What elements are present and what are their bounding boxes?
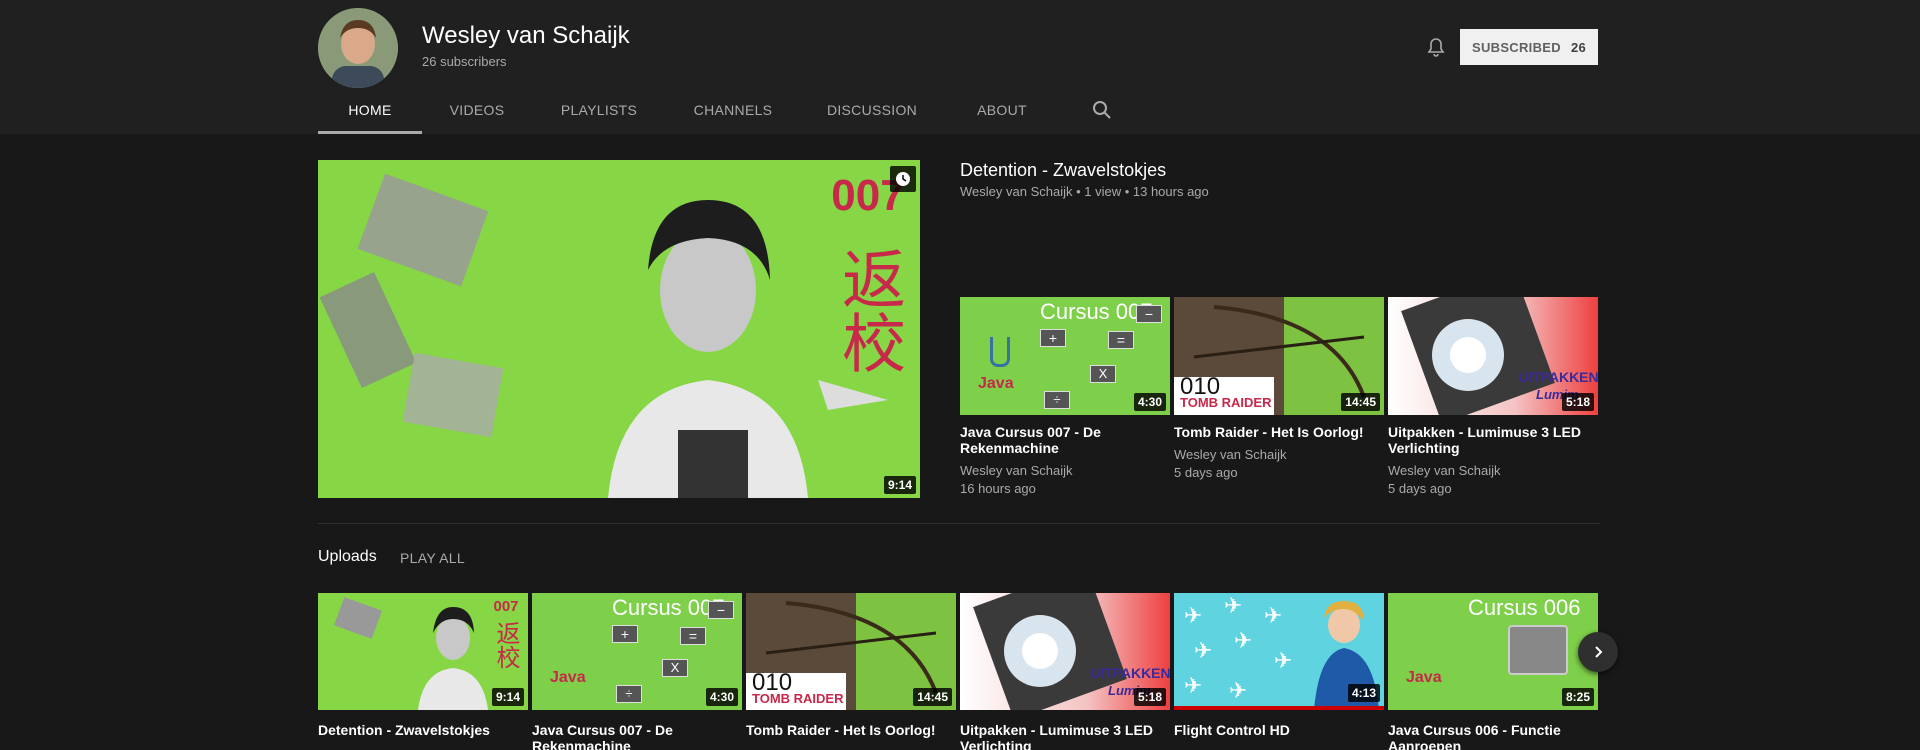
subscribed-button[interactable]: SUBSCRIBED 26 [1460, 29, 1598, 65]
multiply-key-icon: X [662, 659, 688, 677]
search-icon[interactable] [1090, 98, 1114, 122]
featured-duration: 9:14 [883, 476, 916, 494]
play-all-button[interactable]: PLAY ALL [400, 550, 465, 566]
upload-thumbnail-3[interactable]: 010 TOMB RAIDER 14:45 [746, 593, 956, 710]
channel-name: Wesley van Schaijk [422, 22, 630, 49]
java-logo-text: Java [550, 669, 586, 686]
tab-playlists[interactable]: PLAYLISTS [532, 86, 666, 134]
tab-home[interactable]: HOME [318, 86, 422, 134]
thumb-overlay-text: UITPAKKEN [1090, 665, 1170, 681]
featured-thumbnail[interactable]: 007 返校 9:14 [318, 160, 920, 498]
featured-meta: Wesley van Schaijk • 1 view • 13 hours a… [960, 184, 1209, 199]
chevron-right-icon [1595, 646, 1603, 658]
subscribed-label: SUBSCRIBED [1471, 39, 1561, 55]
featured-overlay-kanji: 返校 [831, 246, 905, 374]
section-divider [318, 523, 1600, 524]
divide-key-icon: ÷ [616, 685, 642, 703]
subscribed-count: 26 [1570, 39, 1587, 55]
upload-thumbnail-2[interactable]: Cursus 007 − + = X ÷ Java 4:30 [532, 593, 742, 710]
side-video-age-3: 5 days ago [1388, 481, 1452, 496]
svg-text:✈: ✈ [1194, 639, 1212, 664]
watch-later-icon[interactable] [890, 166, 916, 192]
carousel-next-button[interactable] [1578, 632, 1618, 672]
tab-channels[interactable]: CHANNELS [666, 86, 800, 134]
svg-text:✈: ✈ [1229, 679, 1247, 704]
tab-discussion[interactable]: DISCUSSION [800, 86, 944, 134]
tomb-raider-logo-text: TOMB RAIDER [752, 691, 844, 706]
multiply-key-icon: X [1090, 365, 1116, 383]
svg-text:007: 007 [493, 598, 518, 615]
subscriber-count: 26 subscribers [422, 54, 507, 69]
side-video-duration-2: 14:45 [1341, 393, 1380, 411]
upload-title-5[interactable]: Flight Control HD [1174, 722, 1374, 738]
upload-title-6[interactable]: Java Cursus 006 - Functie Aanroepen [1388, 722, 1588, 750]
featured-title[interactable]: Detention - Zwavelstokjes [960, 160, 1166, 181]
side-video-channel-2[interactable]: Wesley van Schaijk [1174, 446, 1286, 464]
side-video-duration-1: 4:30 [1133, 393, 1166, 411]
upload-title-4[interactable]: Uitpakken - Lumimuse 3 LED Verlichting [960, 722, 1160, 750]
svg-text:返校: 返校 [492, 621, 520, 669]
tab-videos[interactable]: VIDEOS [422, 86, 532, 134]
side-video-channel-3[interactable]: Wesley van Schaijk [1388, 462, 1500, 480]
upload-title-2[interactable]: Java Cursus 007 - De Rekenmachine [532, 722, 732, 750]
side-video-title-1[interactable]: Java Cursus 007 - De Rekenmachine [960, 424, 1160, 456]
upload-thumbnail-4[interactable]: UITPAKKEN Lumim 5:18 [960, 593, 1170, 710]
channel-tabs: HOME VIDEOS PLAYLISTS CHANNELS DISCUSSIO… [318, 86, 1060, 134]
upload-title-1[interactable]: Detention - Zwavelstokjes [318, 722, 518, 738]
upload-duration-6: 8:25 [1561, 688, 1594, 706]
svg-text:✈: ✈ [1264, 604, 1282, 629]
channel-avatar[interactable] [318, 8, 398, 88]
upload-thumbnail-5[interactable]: ✈ ✈ ✈ ✈ ✈ ✈ ✈ ✈ 4:13 [1174, 593, 1384, 710]
side-video-age-1: 16 hours ago [960, 481, 1036, 496]
svg-text:✈: ✈ [1234, 629, 1252, 654]
tomb-raider-logo-text: TOMB RAIDER [1180, 395, 1272, 410]
tab-about[interactable]: ABOUT [944, 86, 1060, 134]
side-video-duration-3: 5:18 [1561, 393, 1594, 411]
equals-key-icon: = [1108, 331, 1134, 349]
upload-duration-2: 4:30 [705, 688, 738, 706]
side-video-thumbnail-2[interactable]: 010 TOMB RAIDER 14:45 [1174, 297, 1384, 415]
svg-text:✈: ✈ [1184, 604, 1202, 629]
upload-duration-1: 9:14 [491, 688, 524, 706]
svg-text:✈: ✈ [1184, 674, 1202, 699]
minus-key-icon: − [708, 601, 734, 619]
java-logo-text: Java [978, 375, 1014, 392]
side-video-thumbnail-3[interactable]: UITPAKKEN Lumim 5:18 [1388, 297, 1598, 415]
upload-duration-4: 5:18 [1133, 688, 1166, 706]
thumb-overlay-text: UITPAKKEN [1518, 369, 1598, 385]
java-logo-text: Java [1406, 669, 1442, 686]
calculator-icon [1508, 625, 1568, 675]
svg-text:✈: ✈ [1224, 594, 1242, 619]
thumb-overlay-text: Cursus 006 [1468, 595, 1581, 620]
side-video-thumbnail-1[interactable]: Cursus 007 − + = X ÷ Java 4:30 [960, 297, 1170, 415]
upload-duration-5: 4:13 [1347, 684, 1380, 702]
upload-duration-3: 14:45 [913, 688, 952, 706]
svg-text:✈: ✈ [1274, 649, 1292, 674]
divide-key-icon: ÷ [1044, 391, 1070, 409]
notification-bell-icon[interactable] [1424, 36, 1448, 60]
channel-header: Wesley van Schaijk 26 subscribers SUBSCR… [0, 0, 1920, 134]
java-cup-icon [990, 337, 1010, 367]
minus-key-icon: − [1136, 305, 1162, 323]
equals-key-icon: = [680, 627, 706, 645]
uploads-heading[interactable]: Uploads [318, 548, 377, 566]
side-video-age-2: 5 days ago [1174, 465, 1238, 480]
upload-thumbnail-6[interactable]: Cursus 006 Java 8:25 [1388, 593, 1598, 710]
plus-key-icon: + [612, 625, 638, 643]
upload-thumbnail-1[interactable]: 007 返校 9:14 [318, 593, 528, 710]
side-video-title-2[interactable]: Tomb Raider - Het Is Oorlog! [1174, 424, 1374, 440]
upload-title-3[interactable]: Tomb Raider - Het Is Oorlog! [746, 722, 946, 738]
side-video-channel-1[interactable]: Wesley van Schaijk [960, 462, 1072, 480]
plus-key-icon: + [1040, 329, 1066, 347]
side-video-title-3[interactable]: Uitpakken - Lumimuse 3 LED Verlichting [1388, 424, 1588, 456]
